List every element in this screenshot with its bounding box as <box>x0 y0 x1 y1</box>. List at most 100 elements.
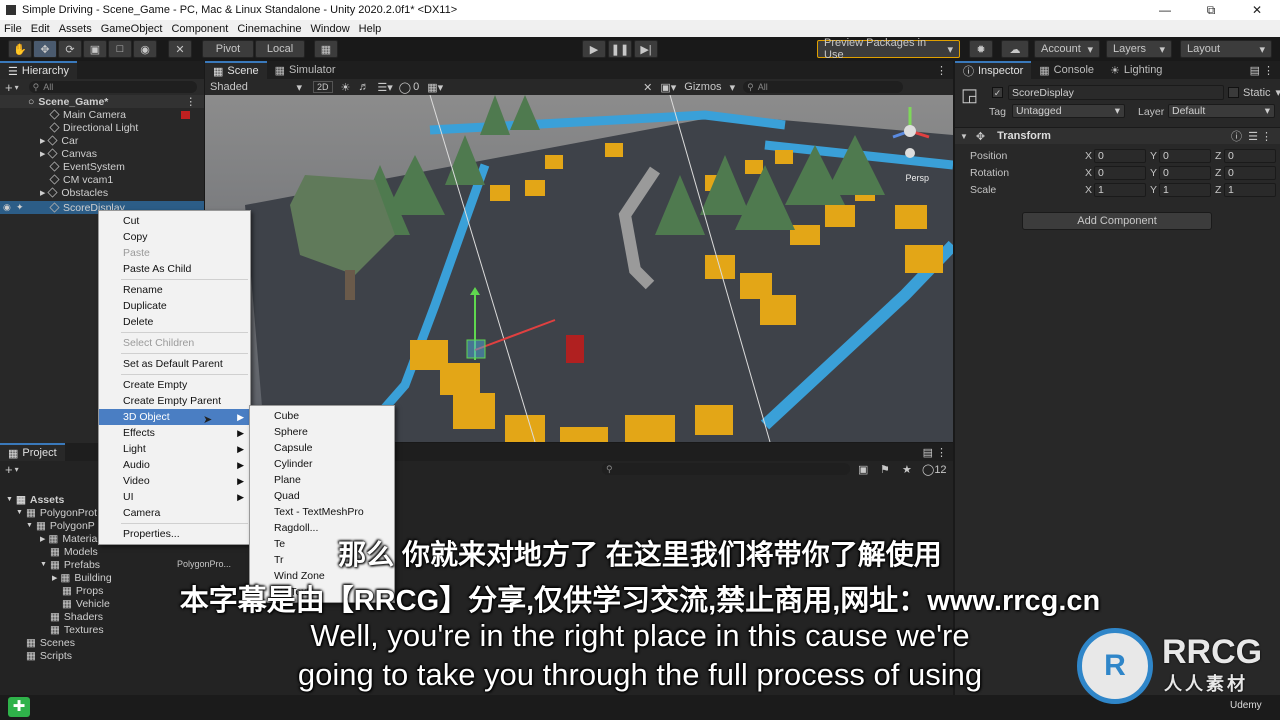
menu-item-effects[interactable]: Effects ▶ <box>99 425 250 441</box>
menu-item-text-meshpro[interactable]: Text - TextMeshPro <box>250 504 394 520</box>
tab-scene[interactable]: ▦ Scene <box>205 61 267 79</box>
scale-x-field[interactable]: 1 <box>1094 183 1146 197</box>
rotation-x-field[interactable]: 0 <box>1094 166 1146 180</box>
chevron-down-icon[interactable]: ▼ <box>960 132 968 141</box>
position-z-field[interactable]: 0 <box>1224 149 1276 163</box>
grid-icon[interactable]: ▦▾ <box>427 81 443 94</box>
lighting-icon[interactable]: ☀ <box>341 81 351 94</box>
more-icon[interactable]: ⋮ <box>936 64 947 77</box>
menu-item-copy[interactable]: Copy <box>99 229 250 245</box>
menu-help[interactable]: Help <box>359 23 382 35</box>
scene-viewport[interactable]: Persp <box>205 95 953 442</box>
menu-assets[interactable]: Assets <box>59 23 92 35</box>
hidden-packages-icon[interactable]: ◯12 <box>922 463 947 476</box>
expand-arrow-icon[interactable]: ▶ <box>40 189 45 197</box>
filter-type-icon[interactable]: ▣ <box>858 463 868 476</box>
expand-arrow-icon[interactable]: ▶ <box>40 137 45 145</box>
static-checkbox[interactable] <box>1228 87 1239 98</box>
scale-tool-icon[interactable]: ▣ <box>83 40 107 58</box>
menu-item-set-default-parent[interactable]: Set as Default Parent <box>99 356 250 372</box>
add-icon[interactable]: + <box>5 462 13 477</box>
list-item[interactable]: ▶ Car <box>0 134 204 147</box>
move-tool-icon[interactable]: ✥ <box>33 40 57 58</box>
expand-arrow-icon[interactable]: ▶ <box>40 150 45 158</box>
rotation-z-field[interactable]: 0 <box>1224 166 1276 180</box>
menu-edit[interactable]: Edit <box>31 23 50 35</box>
account-dropdown[interactable]: Account ▾ <box>1034 40 1100 58</box>
scene-search[interactable]: ⚲ All <box>743 81 904 93</box>
preview-packages-button[interactable]: Preview Packages in Use ▾ <box>817 37 960 61</box>
maximize-icon[interactable]: ⧉ <box>1188 0 1234 20</box>
list-item[interactable]: EventSystem <box>0 160 204 173</box>
rotate-tool-icon[interactable]: ⟳ <box>58 40 82 58</box>
lock-icon[interactable]: ▤ <box>1250 64 1260 77</box>
menu-item-ui[interactable]: UI ▶ <box>99 489 250 505</box>
list-item[interactable]: Directional Light <box>0 121 204 134</box>
hierarchy-search[interactable]: ⚲ All <box>28 81 197 93</box>
tag-dropdown[interactable]: Untagged ▾ <box>1012 104 1125 118</box>
gizmos-dropdown[interactable]: Gizmos ▾ <box>684 81 735 94</box>
scale-y-field[interactable]: 1 <box>1159 183 1211 197</box>
tab-project[interactable]: ▦ Project <box>0 443 65 461</box>
camera-icon[interactable]: ▣▾ <box>660 81 676 94</box>
menu-gameobject[interactable]: GameObject <box>101 23 163 35</box>
list-item[interactable]: ▶ Canvas <box>0 147 204 160</box>
more-icon[interactable]: ⋮ <box>1263 64 1274 77</box>
menu-file[interactable]: File <box>4 23 22 35</box>
tab-simulator[interactable]: ▦ Simulator <box>267 61 344 79</box>
menu-item-video[interactable]: Video ▶ <box>99 473 250 489</box>
pick-icon[interactable]: ✦ <box>16 202 24 213</box>
add-component-button[interactable]: Add Component <box>1022 212 1212 230</box>
chevron-down-icon[interactable]: ▾ <box>15 83 19 92</box>
mode-2d-toggle[interactable]: 2D <box>313 81 333 93</box>
layer-dropdown[interactable]: Default ▾ <box>1168 104 1275 118</box>
add-icon[interactable]: + <box>5 80 13 95</box>
menu-item-audio[interactable]: Audio ▶ <box>99 457 250 473</box>
scale-z-field[interactable]: 1 <box>1224 183 1276 197</box>
active-checkbox[interactable]: ✓ <box>992 87 1003 98</box>
static-dropdown[interactable]: Static ▾ <box>1243 86 1280 100</box>
tools-icon[interactable]: ✕ <box>643 81 652 94</box>
filter-label-icon[interactable]: ⚑ <box>880 463 890 476</box>
list-item[interactable]: ▶ Obstacles <box>0 186 204 199</box>
chevron-down-icon[interactable]: ▼ <box>26 522 33 529</box>
layers-dropdown[interactable]: Layers ▾ <box>1106 40 1172 58</box>
menu-component[interactable]: Component <box>171 23 228 35</box>
chevron-down-icon[interactable]: ▼ <box>16 509 23 516</box>
scene-orientation-gizmo[interactable] <box>885 101 935 161</box>
rotation-y-field[interactable]: 0 <box>1159 166 1211 180</box>
hidden-objects-icon[interactable]: ◯ <box>399 81 411 94</box>
menu-item-create-empty[interactable]: Create Empty <box>99 377 250 393</box>
cloud-icon[interactable]: ☁ <box>1001 40 1029 58</box>
chevron-down-icon[interactable]: ▾ <box>15 465 19 474</box>
menu-item-plane[interactable]: Plane <box>250 472 394 488</box>
list-item[interactable]: Main Camera <box>0 108 204 121</box>
menu-item-create-empty-parent[interactable]: Create Empty Parent <box>99 393 250 409</box>
transform-tool-icon[interactable]: ◉ <box>133 40 157 58</box>
help-icon[interactable]: ⓘ <box>1231 128 1242 144</box>
more-icon[interactable]: ⋮ <box>1261 130 1272 143</box>
project-search[interactable]: ⚲ <box>602 463 850 475</box>
menu-item-duplicate[interactable]: Duplicate <box>99 298 250 314</box>
audio-icon[interactable]: ♬ <box>358 81 369 93</box>
menu-window[interactable]: Window <box>311 23 350 35</box>
position-y-field[interactable]: 0 <box>1159 149 1211 163</box>
rect-tool-icon[interactable]: □ <box>108 40 132 58</box>
list-item[interactable]: CM vcam1 <box>0 173 204 186</box>
scene-row[interactable]: ○ Scene_Game* ⋮ <box>0 95 204 108</box>
effects-icon[interactable]: ☰▾ <box>377 81 392 94</box>
menu-item-3d-object[interactable]: 3D Object ▶ ➤ <box>99 409 250 426</box>
local-toggle[interactable]: Local <box>255 40 305 58</box>
menu-item-cylinder[interactable]: Cylinder <box>250 456 394 472</box>
object-name-field[interactable]: ScoreDisplay <box>1008 85 1224 100</box>
collab-icon[interactable]: ✹ <box>969 40 993 58</box>
tab-hierarchy[interactable]: ☰ Hierarchy <box>0 61 77 79</box>
layout-dropdown[interactable]: Layout ▾ <box>1180 40 1272 58</box>
chevron-down-icon[interactable]: ▼ <box>6 496 13 503</box>
menu-item-camera[interactable]: Camera <box>99 505 250 521</box>
menu-item-cube[interactable]: Cube <box>250 408 394 424</box>
menu-item-light[interactable]: Light ▶ <box>99 441 250 457</box>
position-x-field[interactable]: 0 <box>1094 149 1146 163</box>
favorite-icon[interactable]: ★ <box>902 463 912 476</box>
custom-tool-icon[interactable]: ✕ <box>168 40 192 58</box>
